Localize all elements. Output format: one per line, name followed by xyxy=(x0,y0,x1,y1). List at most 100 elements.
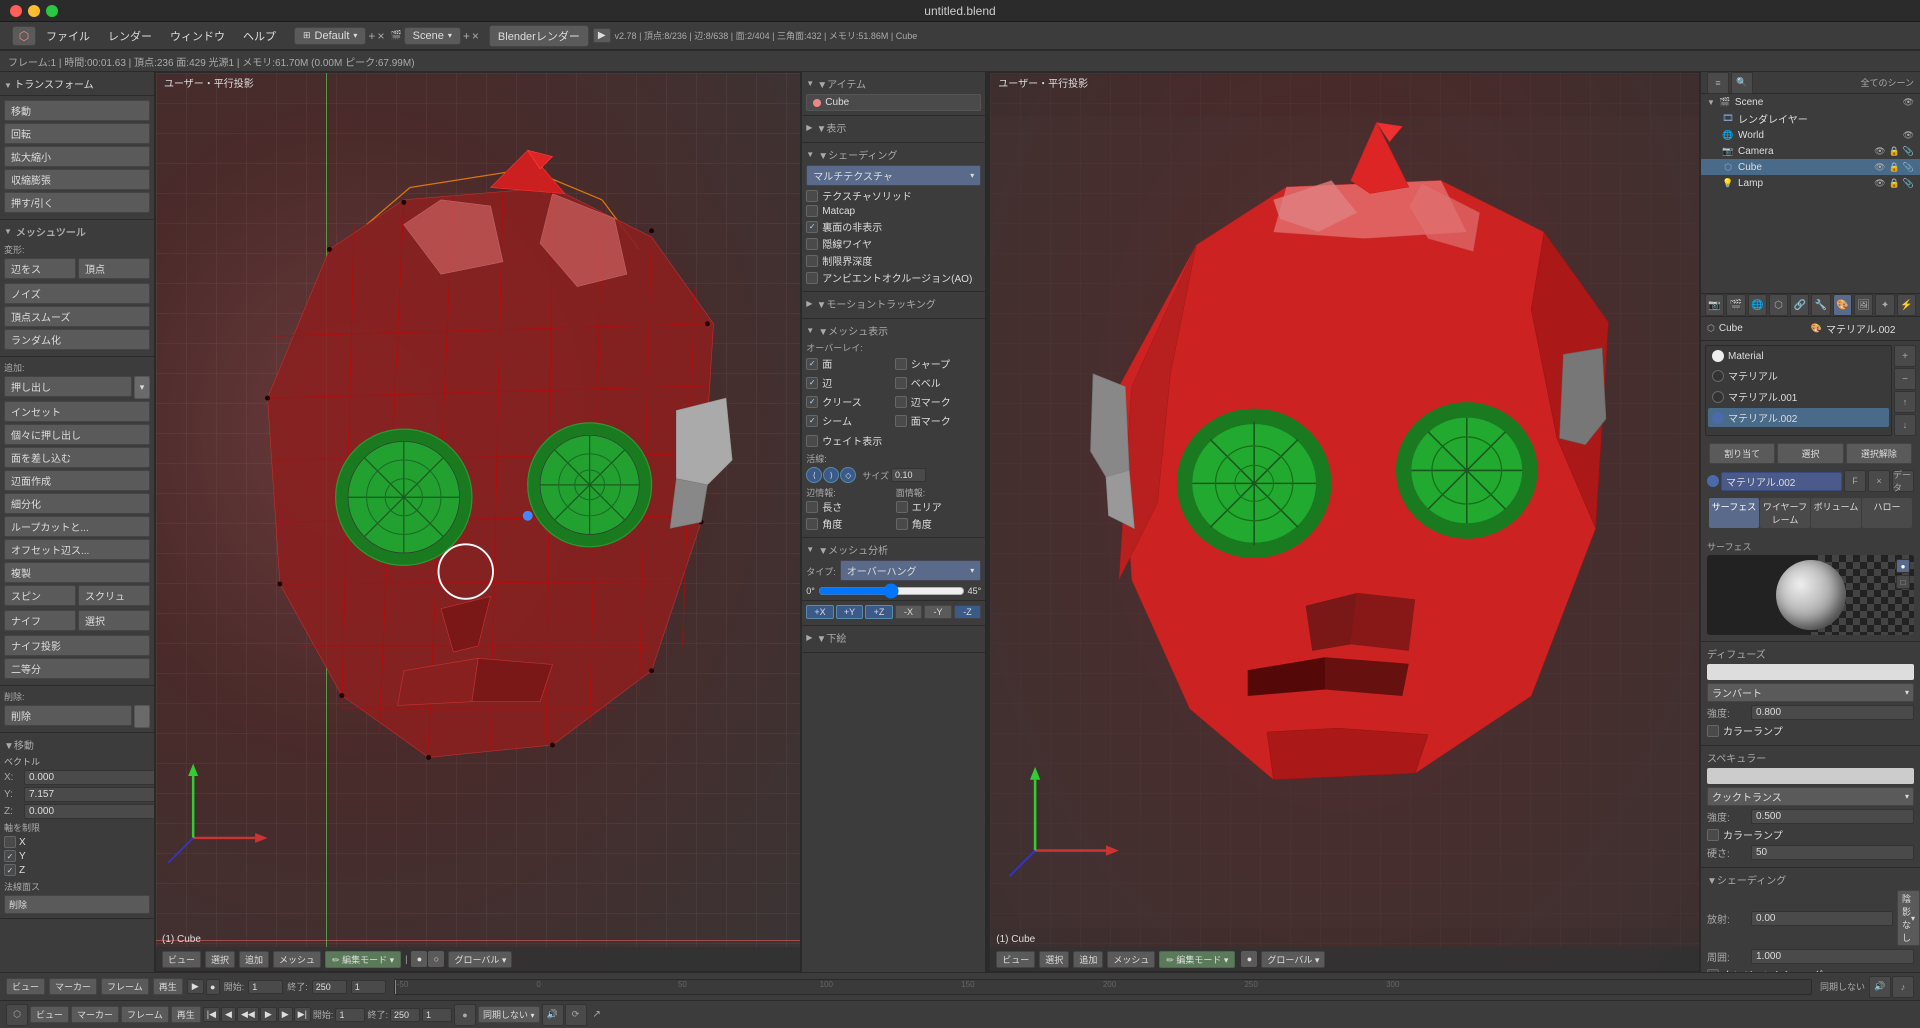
texture-btn[interactable]: 🖼 xyxy=(1854,294,1873,316)
view-menu-right[interactable]: ビュー xyxy=(996,951,1035,968)
preview-sphere-btn[interactable]: ● xyxy=(1896,559,1910,573)
view-menu-left[interactable]: ビュー xyxy=(162,951,201,968)
tab-surface[interactable]: サーフェス xyxy=(1709,498,1759,528)
extrude-dropdown[interactable]: ▾ xyxy=(134,376,150,399)
mesh-display-toggle[interactable]: ▼ ▼メッシュ表示 xyxy=(806,323,981,338)
axis-x-btn[interactable]: +X xyxy=(806,605,834,619)
material-item-1[interactable]: マテリアル xyxy=(1708,366,1889,385)
eye-icon-cube[interactable]: 👁 xyxy=(1874,162,1885,173)
bisect-button[interactable]: 二等分 xyxy=(4,658,150,679)
line-icon-2[interactable]: ⟩ xyxy=(823,467,839,483)
axis-y-btn[interactable]: +Y xyxy=(836,605,864,619)
sharp-cb[interactable] xyxy=(895,358,907,370)
end-frame-input[interactable] xyxy=(312,980,347,994)
y-field[interactable] xyxy=(24,787,155,802)
select-menu-right[interactable]: 選択 xyxy=(1039,951,1069,968)
jump-end-btn[interactable]: ▶| xyxy=(294,1007,311,1022)
wireframe-cb[interactable] xyxy=(806,238,818,250)
marker-btn[interactable]: マーカー xyxy=(49,978,97,995)
bottom-current-input[interactable] xyxy=(422,1008,452,1022)
start-frame-input[interactable] xyxy=(248,980,283,994)
emit-mode-dropdown[interactable]: 陰影なし ▾ xyxy=(1897,890,1920,946)
menu-help[interactable]: ヘルプ xyxy=(235,26,284,46)
assign-btn[interactable]: 割り当て xyxy=(1709,443,1775,464)
playback-btn[interactable]: 再生 xyxy=(153,978,183,995)
eye-icon-lamp[interactable]: 👁 xyxy=(1874,178,1885,189)
bottom-animate-btn[interactable]: ● xyxy=(454,1004,476,1026)
axis-z-checkbox[interactable] xyxy=(4,864,16,876)
add-menu-right[interactable]: 追加 xyxy=(1073,951,1103,968)
x-field[interactable] xyxy=(24,770,155,785)
line-icon-1[interactable]: ⟨ xyxy=(806,467,822,483)
angle-slider[interactable] xyxy=(818,587,965,595)
animate-btn[interactable]: ● xyxy=(206,979,220,995)
face-mark-cb[interactable] xyxy=(895,415,907,427)
mesh-analysis-toggle[interactable]: ▼ ▼メッシュ分析 xyxy=(806,542,981,557)
offset-button[interactable]: オフセット辺ス... xyxy=(4,539,150,560)
object-props-btn[interactable]: ⬡ xyxy=(1769,294,1788,316)
outliner-search-btn[interactable]: 🔍 xyxy=(1731,72,1753,94)
diffuse-shader-dropdown[interactable]: ランバート ▾ xyxy=(1707,683,1914,702)
maximize-button[interactable] xyxy=(46,5,58,17)
bottom-start-input[interactable] xyxy=(335,1008,365,1022)
bottom-playback-btn[interactable]: 再生 xyxy=(171,1006,201,1023)
bottom-marker-btn[interactable]: マーカー xyxy=(71,1006,119,1023)
screw-button[interactable]: スクリュ xyxy=(78,585,150,606)
tangent-cb[interactable] xyxy=(1707,969,1719,973)
matcap-cb[interactable] xyxy=(806,205,818,217)
line-icon-3[interactable]: ◇ xyxy=(840,467,856,483)
material-item-3[interactable]: マテリアル.002 xyxy=(1708,408,1889,427)
outliner-view-btn[interactable]: ≡ xyxy=(1707,72,1729,94)
solid-mode-left[interactable]: ● xyxy=(411,951,427,967)
to-edge-button[interactable]: 辺をス xyxy=(4,258,76,279)
scene-props-btn[interactable]: 🎬 xyxy=(1726,294,1745,316)
push-pull2-button[interactable]: 面を差し込む xyxy=(4,447,150,468)
edge-create-button[interactable]: 辺面作成 xyxy=(4,470,150,491)
close-button[interactable] xyxy=(10,5,22,17)
render-button[interactable]: ▶ xyxy=(593,28,611,43)
timeline-icon-2[interactable]: ♪ xyxy=(1892,976,1914,998)
display-toggle[interactable]: ▶ ▼表示 xyxy=(806,120,981,135)
limit-cb[interactable] xyxy=(806,255,818,267)
z-field[interactable] xyxy=(24,804,155,819)
crease-cb[interactable] xyxy=(806,396,818,408)
blender-icon[interactable]: ⬡ xyxy=(12,26,36,46)
proportional-btn[interactable]: 削除 xyxy=(4,895,150,914)
spec-intensity-input[interactable] xyxy=(1751,809,1914,824)
shading-toggle[interactable]: ▼ ▼シェーディング xyxy=(806,147,981,162)
current-frame-input[interactable] xyxy=(351,980,386,994)
particles-btn[interactable]: ✦ xyxy=(1875,294,1894,316)
add-menu-left[interactable]: 追加 xyxy=(239,951,269,968)
eye-icon-world[interactable]: 👁 xyxy=(1903,130,1914,141)
textured-solid-cb[interactable] xyxy=(806,190,818,202)
ao-cb[interactable] xyxy=(806,272,818,284)
modifier-btn[interactable]: 🔧 xyxy=(1811,294,1830,316)
tab-halo[interactable]: ハロー xyxy=(1862,498,1912,528)
mesh-menu-left[interactable]: メッシュ xyxy=(273,951,321,968)
length-cb[interactable] xyxy=(806,501,818,513)
hardness-input[interactable] xyxy=(1751,845,1914,860)
bottom-end-input[interactable] xyxy=(390,1008,420,1022)
mat-f-btn[interactable]: F xyxy=(1844,470,1866,492)
play-btn[interactable]: ▶ xyxy=(187,979,204,994)
sync-icon[interactable]: ⟳ xyxy=(565,1004,587,1026)
weight-cb[interactable] xyxy=(806,435,818,447)
sound-icon[interactable]: 🔊 xyxy=(542,1004,564,1026)
delete-dropdown[interactable] xyxy=(134,705,150,728)
menu-window[interactable]: ウィンドウ xyxy=(162,26,233,46)
menu-file[interactable]: ファイル xyxy=(38,26,98,46)
bottom-expand[interactable]: ↗ xyxy=(593,1009,601,1020)
push-pull-button[interactable]: 押す/引く xyxy=(4,192,150,213)
mat-move-up[interactable]: ↑ xyxy=(1894,391,1916,413)
type-dropdown[interactable]: オーバーハング ▾ xyxy=(840,560,981,581)
bottom-view-btn[interactable]: ビュー xyxy=(30,1006,69,1023)
frame-btn[interactable]: フレーム xyxy=(101,978,149,995)
edit-mode-right[interactable]: ✏ 編集モード ▾ xyxy=(1159,951,1235,968)
sync-dropdown[interactable]: 同期しない ▾ xyxy=(478,1006,540,1023)
specular-shader-dropdown[interactable]: クックトランス ▾ xyxy=(1707,787,1914,806)
constraint-btn[interactable]: 🔗 xyxy=(1790,294,1809,316)
global-right[interactable]: グローバル ▾ xyxy=(1261,951,1325,968)
scene-selector[interactable]: Scene ▾ xyxy=(404,27,461,45)
edit-mode-left[interactable]: ✏ 編集モード ▾ xyxy=(325,951,401,968)
intensity-input[interactable] xyxy=(1751,705,1914,720)
